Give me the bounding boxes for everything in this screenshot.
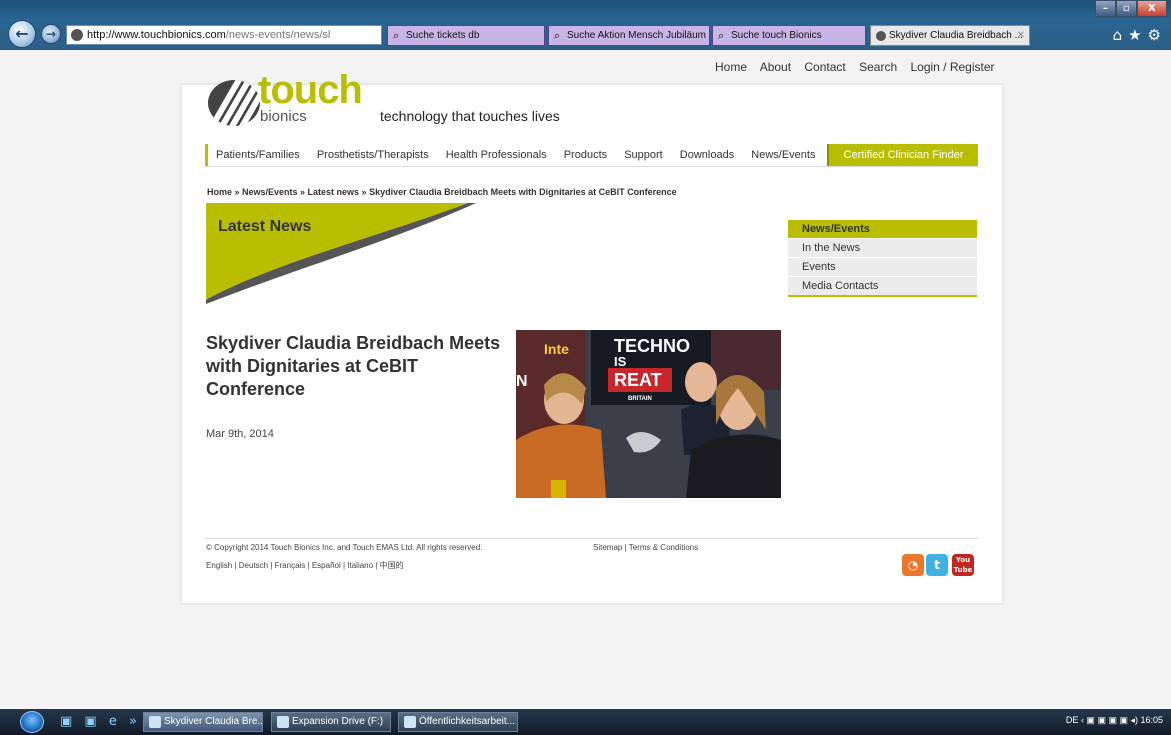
windows-taskbar: ▣ ▣ e » Skydiver Claudia Bre... Expansio…: [0, 709, 1171, 735]
system-tray: DE ‹ ▣ ▣ ▣ ▣ ◂) 16:05: [1066, 715, 1163, 726]
document-icon: [404, 716, 416, 728]
back-arrow-icon[interactable]: ←: [8, 20, 36, 48]
photo-sign-inte: Inte: [544, 341, 569, 357]
tab-suche-touch-bionics[interactable]: ⌕ Suche touch Bionics: [712, 25, 866, 46]
top-link-search[interactable]: Search: [859, 60, 897, 74]
copyright-text: © Copyright 2014 Touch Bionics Inc. and …: [206, 543, 483, 552]
window-controls: – ▫ X: [1095, 0, 1167, 18]
tab-label: Suche Aktion Mensch Jubiläum: [567, 30, 706, 41]
forward-arrow-icon[interactable]: →: [41, 24, 61, 44]
photo-sign-n: N: [516, 373, 528, 390]
footer-divider: [205, 538, 978, 539]
top-link-home[interactable]: Home: [715, 60, 747, 74]
side-menu-in-the-news[interactable]: In the News: [788, 238, 977, 257]
touch-bionics-logo-icon[interactable]: [208, 80, 260, 126]
article-title: Skydiver Claudia Breidbach Meets with Di…: [206, 333, 501, 399]
browser-toolbar: ← → http://www.touchbionics.com/news-eve…: [0, 0, 1171, 50]
tray-clock[interactable]: 16:05: [1140, 715, 1163, 725]
tab-skydiver-active[interactable]: Skydiver Claudia Breidbach ... ✕: [870, 25, 1030, 46]
main-navigation: Patients/Families Prosthetists/Therapist…: [205, 144, 815, 166]
maximize-button[interactable]: ▫: [1115, 0, 1137, 17]
nav-health-professionals[interactable]: Health Professionals: [446, 149, 547, 161]
photo-sign-reat: REAT: [614, 370, 662, 390]
photo-sign-is: IS: [614, 354, 627, 369]
tray-icons[interactable]: ‹ ▣ ▣ ▣ ▣ ◂): [1081, 715, 1141, 725]
taskbar-item-expansion-drive[interactable]: Expansion Drive (F:): [271, 712, 391, 732]
taskbar-item-label: Skydiver Claudia Bre...: [164, 716, 263, 727]
nav-downloads[interactable]: Downloads: [680, 149, 734, 161]
minimize-button[interactable]: –: [1095, 0, 1116, 17]
address-path: /news-events/news/sl: [225, 29, 331, 41]
logo-subtext: bionics: [260, 108, 307, 125]
close-tab-icon[interactable]: ✕: [1017, 26, 1025, 45]
tab-suche-tickets[interactable]: ⌕ Suche tickets db: [387, 25, 545, 46]
article-date: Mar 9th, 2014: [206, 428, 274, 440]
tab-label: Suche touch Bionics: [731, 30, 822, 41]
search-icon: ⌕: [718, 30, 725, 42]
tagline: technology that touches lives: [380, 108, 560, 124]
side-menu-header[interactable]: News/Events: [788, 220, 977, 238]
youtube-icon[interactable]: You Tube: [952, 554, 974, 576]
top-links: Home About Contact Search Login / Regist…: [715, 60, 1005, 74]
tab-label: Skydiver Claudia Breidbach ...: [889, 30, 1023, 41]
top-link-login[interactable]: Login / Register: [910, 60, 994, 74]
search-icon: ⌕: [554, 30, 561, 42]
site-favicon-icon: [876, 31, 886, 41]
certified-clinician-finder-button[interactable]: Certified Clinician Finder: [827, 144, 978, 166]
start-button-icon[interactable]: [20, 711, 44, 733]
side-menu-events[interactable]: Events: [788, 257, 977, 276]
nav-prosthetists-therapists[interactable]: Prosthetists/Therapists: [317, 149, 429, 161]
tray-language[interactable]: DE: [1066, 715, 1079, 725]
hero-title: Latest News: [218, 218, 312, 235]
side-menu-media-contacts[interactable]: Media Contacts: [788, 276, 977, 295]
side-menu: News/Events In the News Events Media Con…: [788, 220, 977, 297]
address-domain: http://www.touchbionics.com: [87, 29, 226, 41]
site-favicon-icon: [71, 29, 83, 41]
top-link-contact[interactable]: Contact: [804, 60, 845, 74]
language-links[interactable]: English | Deutsch | Français | Español |…: [206, 560, 404, 571]
taskbar-item-label: Expansion Drive (F:): [292, 716, 384, 727]
home-favorites-settings-icons[interactable]: ⌂★⚙: [1113, 26, 1167, 44]
tab-suche-aktion-mensch[interactable]: ⌕ Suche Aktion Mensch Jubiläum: [548, 25, 710, 46]
twitter-icon[interactable]: t: [926, 554, 948, 576]
footer-links[interactable]: Sitemap | Terms & Conditions: [593, 543, 698, 552]
nav-news-events[interactable]: News/Events: [751, 149, 815, 161]
taskbar-item-label: Öffentlichkeitsarbeit...: [419, 716, 515, 727]
nav-patients-families[interactable]: Patients/Families: [216, 149, 300, 161]
quick-launch-icons[interactable]: ▣ ▣ e »: [60, 714, 141, 729]
photo-sign-britain: BRITAIN: [628, 396, 652, 402]
address-bar[interactable]: http://www.touchbionics.com/news-events/…: [66, 25, 382, 45]
top-link-about[interactable]: About: [760, 60, 791, 74]
folder-icon: [277, 716, 289, 728]
address-tools-icons[interactable]: ⌕ ▾ ▤ ↻ ✕: [379, 26, 381, 44]
nav-products[interactable]: Products: [564, 149, 607, 161]
close-window-button[interactable]: X: [1136, 0, 1167, 17]
taskbar-item-browser[interactable]: Skydiver Claudia Bre...: [143, 712, 263, 732]
nav-divider: [205, 166, 978, 167]
logo-wordmark[interactable]: touch: [258, 68, 363, 113]
search-icon: ⌕: [393, 30, 400, 42]
breadcrumb[interactable]: Home » News/Events » Latest news » Skydi…: [207, 187, 677, 197]
tab-label: Suche tickets db: [406, 30, 480, 41]
rss-icon[interactable]: ◔: [902, 554, 924, 576]
taskbar-item-oeffentlichkeitsarbeit[interactable]: Öffentlichkeitsarbeit...: [398, 712, 518, 732]
photo-sign-techno: TECHNO: [614, 336, 690, 356]
ie-icon: [149, 716, 161, 728]
article-photo[interactable]: TECHNO IS REAT BRITAIN Inte N: [516, 330, 781, 498]
nav-support[interactable]: Support: [624, 149, 663, 161]
